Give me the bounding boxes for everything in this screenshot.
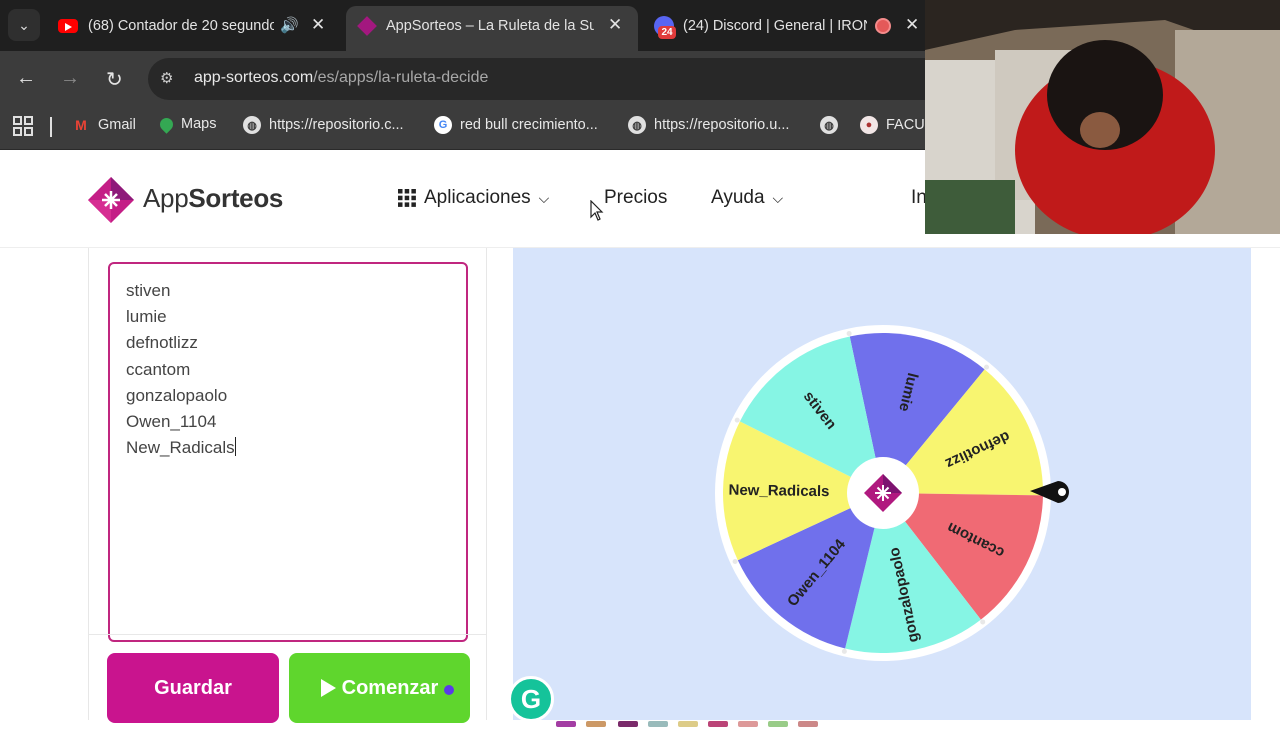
save-button-label: Guardar: [154, 676, 232, 699]
discord-badge-icon: 24: [658, 26, 676, 39]
status-dot-icon: [444, 685, 454, 695]
bookmark-facul[interactable]: ● FACUL: [860, 116, 933, 134]
entry-line-last: New_Radicals: [126, 435, 450, 461]
grammarly-letter: G: [520, 683, 542, 714]
wheel-peg: [734, 417, 740, 423]
entry-line: defnotlizz: [126, 333, 198, 353]
webcam-image: [925, 0, 1280, 234]
tab-title: (68) Contador de 20 segundos: [88, 18, 274, 34]
bookmark-label: https://repositorio.c...: [269, 117, 404, 133]
play-icon: [320, 679, 336, 697]
browser-tab-youtube[interactable]: (68) Contador de 20 segundos 🔊 ✕: [48, 6, 338, 51]
google-icon: G: [434, 116, 452, 134]
entries-textarea[interactable]: stiven lumie defnotlizz ccantom gonzalop…: [108, 262, 468, 642]
bookmark-repositorio-c[interactable]: ◍ https://repositorio.c...: [243, 116, 404, 134]
recording-icon: [875, 18, 891, 34]
gmail-icon: M: [75, 117, 87, 133]
start-button[interactable]: Comenzar: [289, 653, 470, 723]
logo-plain: App: [143, 183, 189, 213]
menu-apps[interactable]: Aplicaciones ⌵: [398, 187, 549, 209]
mouse-cursor-icon: [590, 200, 604, 221]
url-path: /es/apps/la-ruleta-decide: [313, 69, 489, 86]
webcam-overlay: [925, 0, 1280, 234]
tab-title: AppSorteos – La Ruleta de la Suerte: [386, 18, 594, 34]
menu-help[interactable]: Ayuda ⌵: [711, 187, 783, 209]
wheel-peg: [841, 648, 847, 654]
taskbar-strip: [548, 714, 848, 727]
globe-icon: ◍: [243, 116, 261, 134]
text-caret: [234, 437, 236, 457]
address-bar[interactable]: ⚙ app-sorteos.com/es/apps/la-ruleta-deci…: [148, 58, 948, 100]
faculty-icon: ●: [860, 116, 878, 134]
bookmark-gmail[interactable]: M Gmail: [72, 116, 136, 134]
wheel-peg: [732, 559, 738, 565]
speaker-icon[interactable]: 🔊: [280, 16, 299, 34]
bookmark-red-bull[interactable]: G red bull crecimiento...: [434, 116, 598, 134]
save-button[interactable]: Guardar: [107, 653, 279, 723]
entry-line: gonzalopaolo: [126, 385, 228, 405]
forward-icon[interactable]: →: [60, 67, 80, 90]
back-icon[interactable]: ←: [16, 67, 36, 90]
appsorteos-logo-icon[interactable]: [88, 177, 134, 223]
entry-line: lumie: [126, 307, 167, 327]
site-info-icon[interactable]: ⚙: [160, 69, 180, 89]
bookmark-globe[interactable]: ◍: [820, 116, 838, 134]
close-tab-icon[interactable]: ✕: [608, 15, 622, 35]
chevron-down-icon: ⌵: [538, 189, 550, 206]
menu-help-label: Ayuda: [711, 187, 765, 208]
youtube-play-icon: [65, 23, 72, 31]
chevron-down-icon: ⌵: [772, 189, 784, 206]
prize-wheel[interactable]: lumiedefnotlizzccantomgonzalopaoloOwen_1…: [713, 323, 1053, 663]
entry-text: New_Radicals: [126, 438, 235, 458]
wheel-peg: [984, 364, 990, 370]
entry-line: Owen_1104: [126, 412, 217, 432]
url-host: app-sorteos.com: [194, 69, 314, 86]
wheel-segment-label: New_Radicals: [728, 482, 829, 501]
apps-grid-icon: [398, 189, 416, 207]
menu-pricing[interactable]: Precios: [604, 187, 667, 209]
url-text: app-sorteos.com/es/apps/la-ruleta-decide: [194, 69, 488, 87]
panel-divider: [89, 634, 486, 635]
browser-tab-appsorteos[interactable]: AppSorteos – La Ruleta de la Suerte ✕: [346, 6, 638, 51]
bookmark-divider: [50, 117, 52, 137]
tab-title: (24) Discord | General | IRON: [683, 18, 867, 34]
bookmark-label: Gmail: [98, 117, 136, 133]
globe-icon: ◍: [820, 116, 838, 134]
reload-icon[interactable]: ↻: [106, 67, 123, 92]
browser-tab-discord[interactable]: 24 (24) Discord | General | IRON ✕: [646, 6, 926, 51]
bookmark-label: Maps: [181, 116, 217, 132]
maps-icon: [157, 114, 176, 134]
wheel-peg: [980, 619, 986, 625]
wheel-peg: [846, 331, 852, 337]
bookmark-label: https://repositorio.u...: [654, 117, 790, 133]
apps-grid-icon[interactable]: [13, 116, 33, 136]
menu-pricing-label: Precios: [604, 187, 668, 208]
bookmark-label: red bull crecimiento...: [460, 117, 598, 133]
site-logo-text[interactable]: AppSorteos: [143, 183, 283, 214]
wheel-pointer-icon: [1030, 481, 1069, 503]
close-tab-icon[interactable]: ✕: [311, 15, 325, 35]
appsorteos-icon: [357, 16, 377, 36]
logo-bold: Sorteos: [188, 183, 284, 213]
bookmark-maps[interactable]: Maps: [157, 114, 217, 134]
close-tab-icon[interactable]: ✕: [905, 15, 919, 35]
menu-apps-label: Aplicaciones: [424, 187, 531, 208]
globe-icon: ◍: [628, 116, 646, 134]
entry-line: stiven: [126, 281, 171, 300]
bookmark-repositorio-u[interactable]: ◍ https://repositorio.u...: [628, 116, 789, 134]
tab-search-dropdown-icon[interactable]: ⌄: [8, 9, 40, 41]
start-button-label: Comenzar: [341, 676, 439, 699]
entry-line: ccantom: [126, 359, 191, 379]
